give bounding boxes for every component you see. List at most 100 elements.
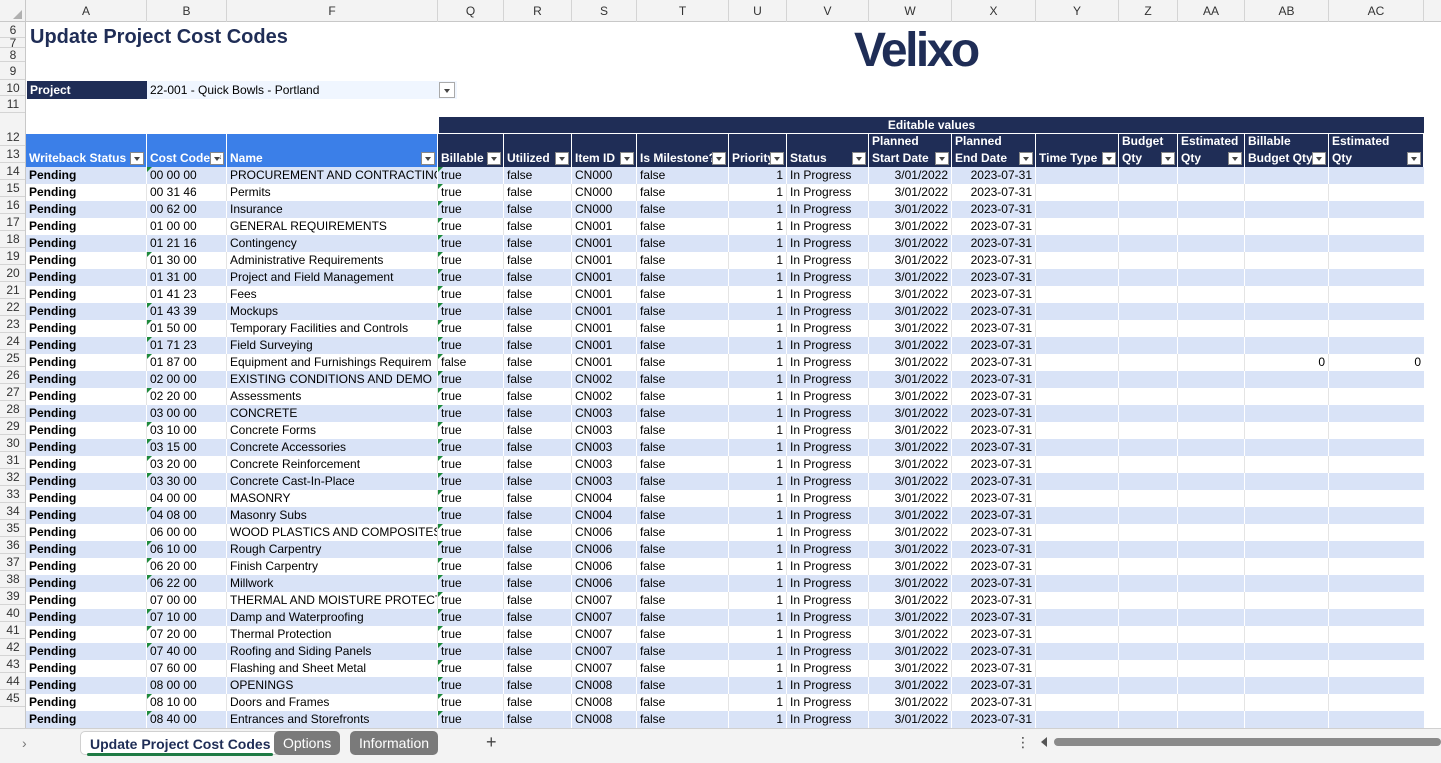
table-cell[interactable]: true: [438, 167, 504, 184]
table-cell[interactable]: 3/01/2022: [869, 643, 952, 660]
table-cell[interactable]: false: [504, 558, 572, 575]
table-cell[interactable]: [1119, 456, 1178, 473]
table-cell[interactable]: [1119, 371, 1178, 388]
table-cell[interactable]: [1329, 235, 1424, 252]
table-cell[interactable]: [1178, 626, 1245, 643]
table-cell[interactable]: true: [438, 184, 504, 201]
table-cell[interactable]: Administrative Requirements: [227, 252, 438, 269]
table-cell[interactable]: [1036, 388, 1119, 405]
column-header-t[interactable]: T: [637, 0, 729, 22]
filter-dropdown-icon[interactable]: [421, 152, 435, 165]
row-header-13[interactable]: 13: [0, 146, 25, 163]
table-cell[interactable]: [1119, 507, 1178, 524]
filter-dropdown-icon[interactable]: [852, 152, 866, 165]
table-cell[interactable]: CN008: [572, 694, 637, 711]
table-cell[interactable]: [1245, 711, 1329, 728]
table-cell[interactable]: In Progress: [787, 201, 869, 218]
table-cell[interactable]: [1178, 303, 1245, 320]
table-cell[interactable]: [1119, 711, 1178, 728]
table-cell[interactable]: [1329, 490, 1424, 507]
row-header-20[interactable]: 20: [0, 265, 25, 282]
table-cell[interactable]: CN007: [572, 609, 637, 626]
table-cell[interactable]: false: [504, 456, 572, 473]
table-cell[interactable]: [1178, 218, 1245, 235]
table-cell[interactable]: 3/01/2022: [869, 184, 952, 201]
table-cell[interactable]: true: [438, 626, 504, 643]
table-cell[interactable]: In Progress: [787, 422, 869, 439]
table-cell[interactable]: [1245, 218, 1329, 235]
table-cell[interactable]: [1245, 575, 1329, 592]
table-cell[interactable]: 2023-07-31: [952, 660, 1036, 677]
table-cell[interactable]: In Progress: [787, 184, 869, 201]
table-cell[interactable]: false: [637, 660, 729, 677]
table-cell[interactable]: [1036, 422, 1119, 439]
table-cell[interactable]: false: [637, 473, 729, 490]
table-cell[interactable]: [1178, 269, 1245, 286]
table-cell[interactable]: 3/01/2022: [869, 558, 952, 575]
table-cell[interactable]: 1: [729, 218, 787, 235]
table-cell[interactable]: true: [438, 473, 504, 490]
table-cell[interactable]: CN002: [572, 388, 637, 405]
table-cell[interactable]: [1119, 490, 1178, 507]
table-cell[interactable]: Project and Field Management: [227, 269, 438, 286]
table-cell[interactable]: true: [438, 388, 504, 405]
table-cell[interactable]: OPENINGS: [227, 677, 438, 694]
table-cell[interactable]: In Progress: [787, 694, 869, 711]
table-cell[interactable]: true: [438, 643, 504, 660]
table-cell[interactable]: 2023-07-31: [952, 439, 1036, 456]
row-header-32[interactable]: 32: [0, 469, 25, 486]
table-cell[interactable]: 1: [729, 320, 787, 337]
table-cell[interactable]: [1245, 303, 1329, 320]
table-cell[interactable]: In Progress: [787, 626, 869, 643]
table-cell[interactable]: true: [438, 269, 504, 286]
table-cell[interactable]: Pending: [26, 218, 147, 235]
table-cell[interactable]: 3/01/2022: [869, 626, 952, 643]
row-header-23[interactable]: 23: [0, 316, 25, 333]
table-cell[interactable]: [1178, 694, 1245, 711]
table-cell[interactable]: In Progress: [787, 490, 869, 507]
row-header-36[interactable]: 36: [0, 537, 25, 554]
table-cell[interactable]: 03 30 00: [147, 473, 227, 490]
table-cell[interactable]: [1178, 167, 1245, 184]
table-cell[interactable]: [1036, 167, 1119, 184]
table-cell[interactable]: 3/01/2022: [869, 456, 952, 473]
table-cell[interactable]: EXISTING CONDITIONS AND DEMO: [227, 371, 438, 388]
table-cell[interactable]: CN006: [572, 524, 637, 541]
table-cell[interactable]: Concrete Reinforcement: [227, 456, 438, 473]
table-cell[interactable]: 3/01/2022: [869, 371, 952, 388]
table-cell[interactable]: 3/01/2022: [869, 320, 952, 337]
table-cell[interactable]: 1: [729, 490, 787, 507]
table-cell[interactable]: 2023-07-31: [952, 167, 1036, 184]
table-cell[interactable]: In Progress: [787, 711, 869, 728]
column-header-a[interactable]: A: [26, 0, 147, 22]
table-cell[interactable]: Fees: [227, 286, 438, 303]
table-cell[interactable]: [1036, 371, 1119, 388]
table-cell[interactable]: 2023-07-31: [952, 371, 1036, 388]
row-header-8[interactable]: 8: [0, 48, 25, 62]
table-cell[interactable]: true: [438, 541, 504, 558]
table-cell[interactable]: [1329, 660, 1424, 677]
filter-dropdown-icon[interactable]: [555, 152, 569, 165]
table-cell[interactable]: In Progress: [787, 167, 869, 184]
table-cell[interactable]: In Progress: [787, 303, 869, 320]
table-cell[interactable]: Equipment and Furnishings Requirem: [227, 354, 438, 371]
table-cell[interactable]: 1: [729, 456, 787, 473]
table-cell[interactable]: [1178, 490, 1245, 507]
row-header-31[interactable]: 31: [0, 452, 25, 469]
table-cell[interactable]: false: [637, 541, 729, 558]
filter-dropdown-icon[interactable]: [1228, 152, 1242, 165]
table-cell[interactable]: Pending: [26, 354, 147, 371]
table-cell[interactable]: true: [438, 439, 504, 456]
table-cell[interactable]: 3/01/2022: [869, 218, 952, 235]
table-cell[interactable]: [1245, 167, 1329, 184]
table-cell[interactable]: 3/01/2022: [869, 711, 952, 728]
table-cell[interactable]: 07 20 00: [147, 626, 227, 643]
table-cell[interactable]: In Progress: [787, 541, 869, 558]
table-cell[interactable]: 02 20 00: [147, 388, 227, 405]
table-cell[interactable]: 2023-07-31: [952, 473, 1036, 490]
table-cell[interactable]: [1245, 184, 1329, 201]
table-cell[interactable]: 02 00 00: [147, 371, 227, 388]
table-cell[interactable]: false: [504, 388, 572, 405]
table-cell[interactable]: 03 15 00: [147, 439, 227, 456]
row-header-27[interactable]: 27: [0, 384, 25, 401]
